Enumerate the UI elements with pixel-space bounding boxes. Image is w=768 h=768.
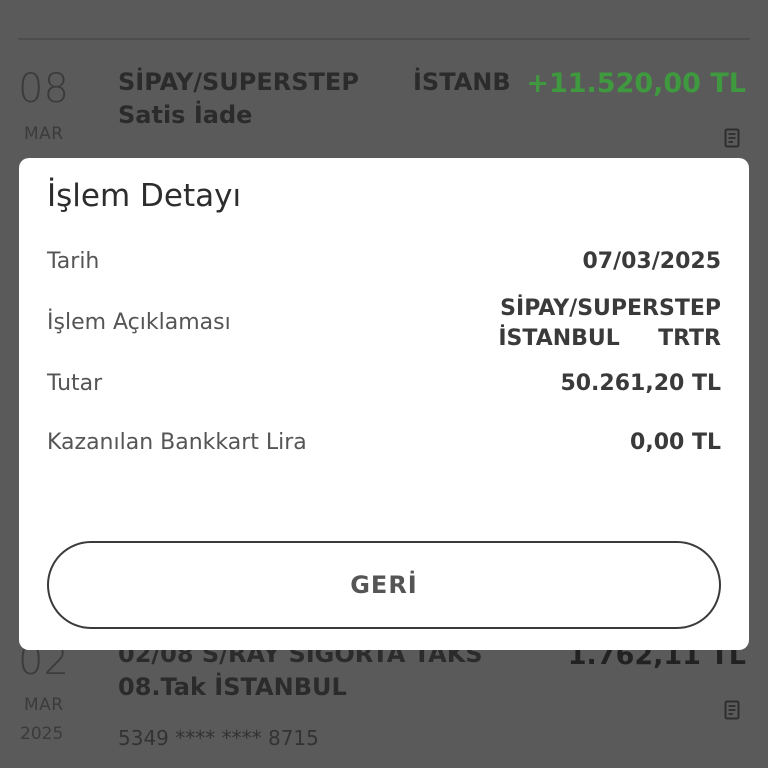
transaction-year: 2025 — [20, 724, 64, 744]
date-label: Tarih — [47, 249, 100, 274]
bankkart-lira-value: 0,00 TL — [630, 430, 721, 455]
divider — [18, 38, 750, 40]
description-label: İşlem Açıklaması — [47, 310, 231, 335]
transaction-description: 08.Tak İSTANBUL — [118, 673, 347, 701]
receipt-icon[interactable] — [724, 700, 742, 720]
transaction-month: MAR — [24, 695, 64, 715]
dialog-title: İşlem Detayı — [47, 178, 242, 214]
transaction-description: Satis İade — [118, 101, 253, 129]
transaction-merchant: SİPAY/SUPERSTEP — [118, 68, 359, 96]
bankkart-lira-label: Kazanılan Bankkart Lira — [47, 430, 307, 455]
transaction-detail-dialog: İşlem Detayı Tarih 07/03/2025 İşlem Açık… — [19, 158, 749, 650]
transaction-city: İSTANB — [413, 68, 511, 96]
transaction-amount: +11.520,00 TL — [526, 68, 746, 99]
date-value: 07/03/2025 — [582, 249, 721, 274]
card-number: 5349 **** **** 8715 — [118, 726, 319, 750]
amount-label: Tutar — [47, 371, 103, 396]
description-line-1: SİPAY/SUPERSTEP — [500, 296, 721, 321]
description-value: SİPAY/SUPERSTEP İSTANBUL TRTR — [498, 294, 721, 354]
back-button[interactable]: GERİ — [47, 541, 721, 629]
transaction-month: MAR — [24, 124, 64, 144]
transaction-day: 08 — [18, 66, 69, 112]
receipt-icon[interactable] — [724, 128, 742, 148]
amount-value: 50.261,20 TL — [560, 371, 721, 396]
description-line-2: İSTANBUL TRTR — [498, 326, 721, 351]
